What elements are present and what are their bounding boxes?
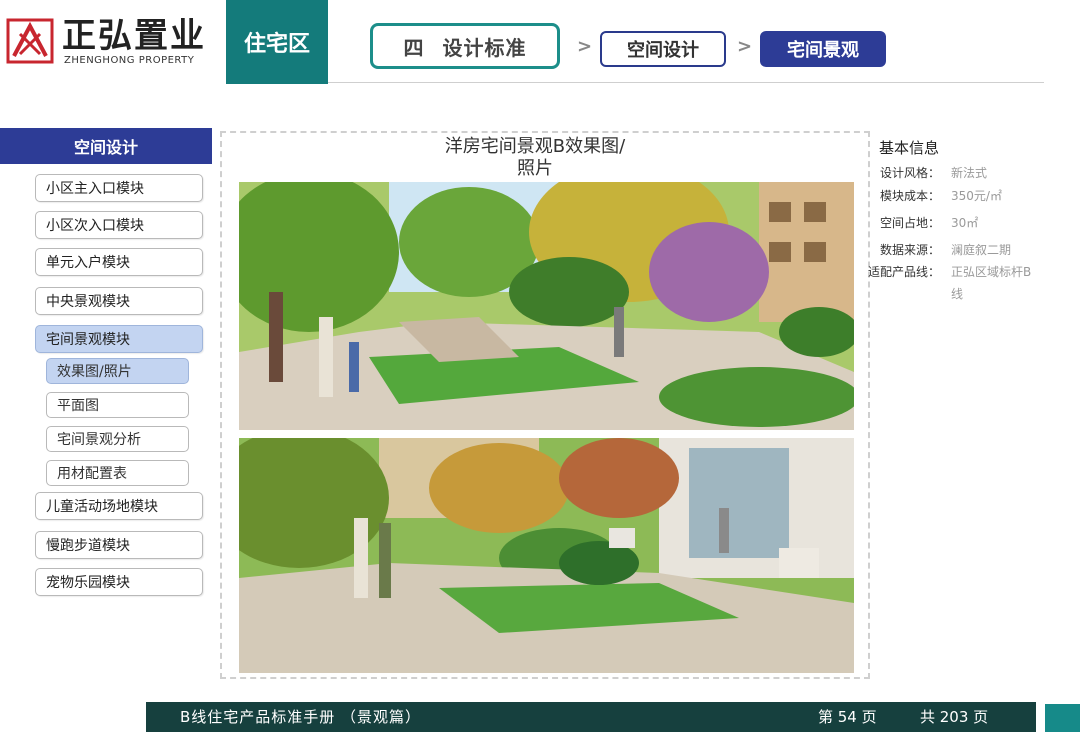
breadcrumb-current[interactable]: 宅间景观 <box>760 31 886 67</box>
sidebar-item-pet-park[interactable]: 宠物乐园模块 <box>35 568 203 596</box>
sidebar-subitem-materials[interactable]: 用材配置表 <box>46 460 189 486</box>
info-row-product-line: 适配产品线： 正弘区域标杆B 线 <box>867 265 1032 301</box>
logo-mark-icon <box>6 18 54 64</box>
page-total: 共 203 页 <box>920 708 989 726</box>
page-number: 第 54 页 <box>818 708 877 726</box>
chevron-right-icon: > <box>577 36 593 57</box>
zone-tab[interactable]: 住宅区 <box>226 0 328 84</box>
sidebar-title: 空间设计 <box>0 128 212 164</box>
sidebar-item-unit-entry[interactable]: 单元入户模块 <box>35 248 203 276</box>
info-row-cost: 模块成本： 350元/㎡ <box>879 189 1002 203</box>
sidebar-item-kids-play[interactable]: 儿童活动场地模块 <box>35 492 203 520</box>
sidebar-subitem-renderings[interactable]: 效果图/照片 <box>46 358 189 384</box>
sidebar-item-secondary-entrance[interactable]: 小区次入口模块 <box>35 211 203 239</box>
breadcrumb-space-design[interactable]: 空间设计 <box>600 31 726 67</box>
sidebar-subitem-analysis[interactable]: 宅间景观分析 <box>46 426 189 452</box>
info-row-area: 空间占地： 30㎡ <box>879 216 979 230</box>
info-row-source: 数据来源： 澜庭叙二期 <box>879 243 1012 257</box>
info-row-style: 设计风格： 新法式 <box>879 166 988 180</box>
brand-name-en: ZHENGHONG PROPERTY <box>64 55 195 66</box>
header-divider <box>328 82 1044 83</box>
breadcrumb-section[interactable]: 四 设计标准 <box>370 23 560 69</box>
landscape-render-top <box>239 182 854 430</box>
sidebar-item-main-entrance[interactable]: 小区主入口模块 <box>35 174 203 202</box>
brand-name-cn: 正弘置业 <box>62 16 206 56</box>
footer-bar: B线住宅产品标准手册 （景观篇） 第 54 页 共 203 页 <box>146 702 1036 732</box>
brand-logo: 正弘置业 ZHENGHONG PROPERTY <box>6 16 216 68</box>
info-title: 基本信息 <box>879 139 940 157</box>
sidebar-item-between-buildings[interactable]: 宅间景观模块 <box>35 325 203 353</box>
landscape-render-bottom <box>239 438 854 673</box>
panel-title: 洋房宅间景观B效果图/ 照片 <box>444 136 626 179</box>
footer-title: B线住宅产品标准手册 （景观篇） <box>180 708 422 726</box>
footer-accent <box>1045 704 1080 732</box>
sidebar-item-central-landscape[interactable]: 中央景观模块 <box>35 287 203 315</box>
sidebar-item-jogging[interactable]: 慢跑步道模块 <box>35 531 203 559</box>
chevron-right-icon: > <box>737 36 753 57</box>
sidebar-subitem-plan[interactable]: 平面图 <box>46 392 189 418</box>
